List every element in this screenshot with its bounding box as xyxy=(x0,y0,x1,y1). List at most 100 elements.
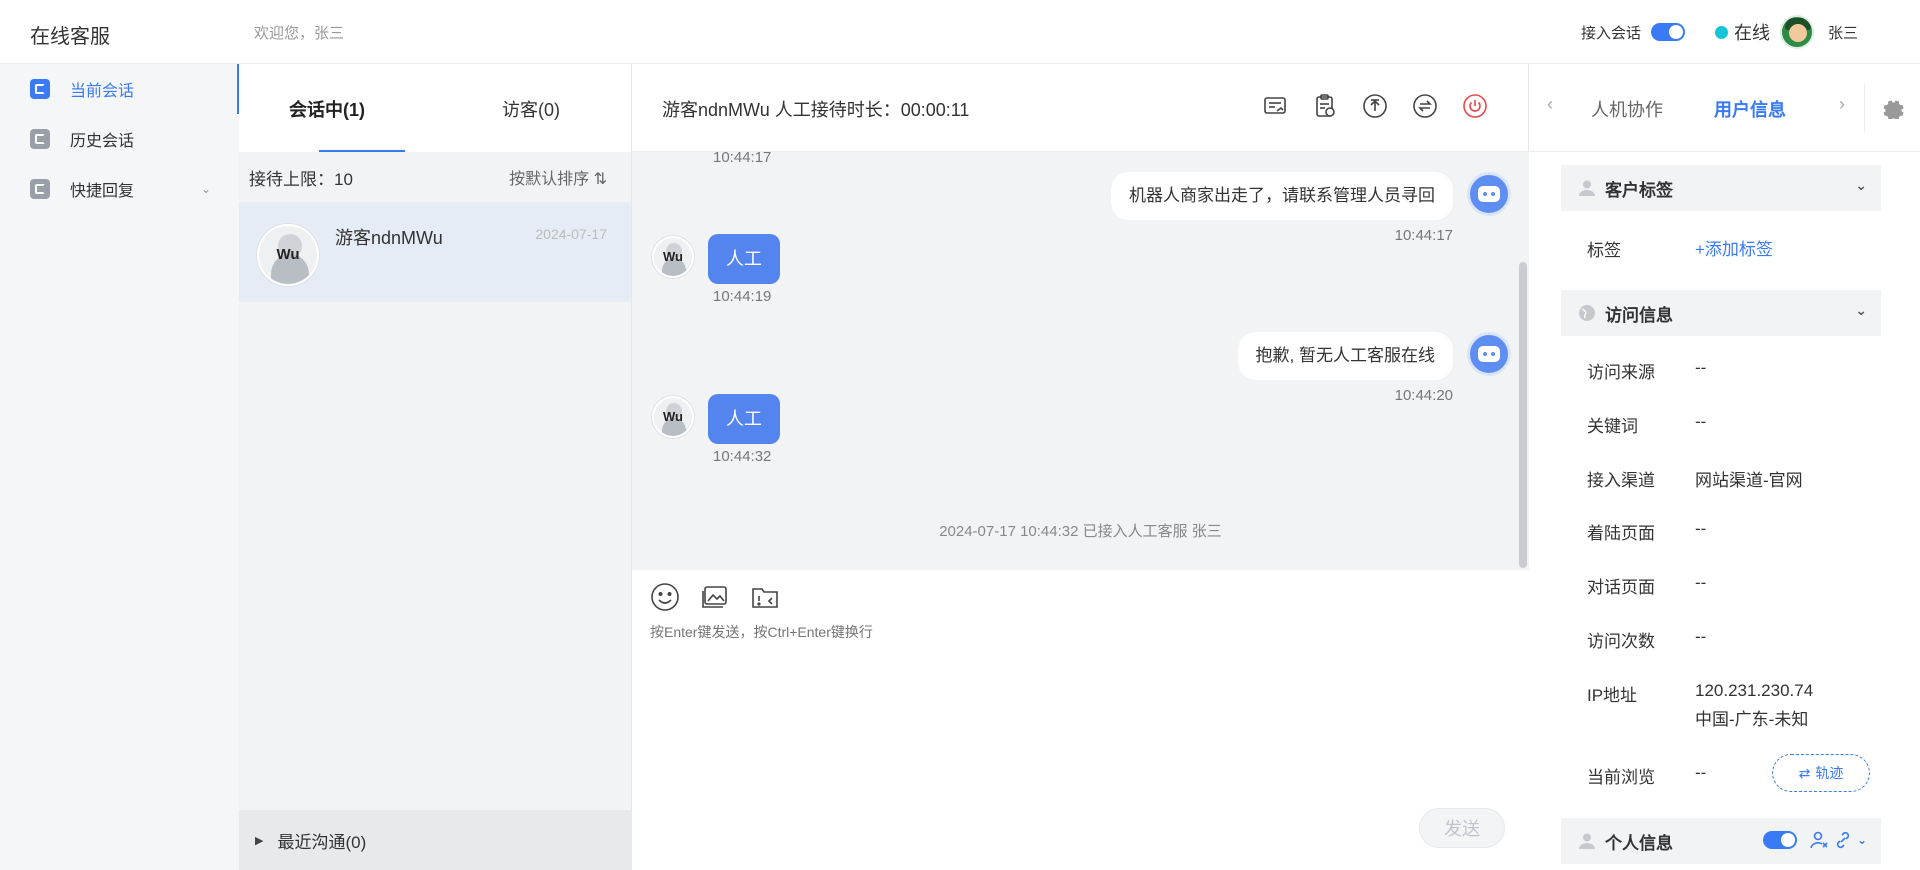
field-label: 当前浏览 xyxy=(1587,768,1655,787)
link-icon[interactable] xyxy=(1833,830,1853,850)
history-icon xyxy=(30,129,50,149)
add-tag-link[interactable]: +添加标签 xyxy=(1695,235,1773,260)
chat-icon xyxy=(30,79,50,99)
track-label: 轨迹 xyxy=(1815,765,1844,781)
image-icon[interactable] xyxy=(700,582,730,612)
quick-reply-icon xyxy=(30,179,50,199)
recent-contacts-label: 最近沟通(0) xyxy=(277,832,367,852)
power-icon[interactable] xyxy=(1462,93,1488,119)
track-icon: ⇄ xyxy=(1798,764,1811,781)
accept-session-toggle[interactable] xyxy=(1650,23,1685,41)
conversation-date: 2024-07-17 xyxy=(535,226,607,242)
sidebar-item-quick-reply[interactable]: 快捷回复 ⌄ xyxy=(0,164,239,214)
agent-avatar[interactable] xyxy=(1779,15,1814,49)
online-status-dot-icon xyxy=(1714,25,1728,39)
sidebar-item-label: 快捷回复 xyxy=(70,183,135,200)
agent-name[interactable]: 张三 xyxy=(1828,22,1858,43)
bot-avatar xyxy=(1467,172,1511,216)
sort-icon: ⇅ xyxy=(593,171,607,188)
accept-session-label: 接入会话 xyxy=(1580,24,1641,42)
bot-avatar xyxy=(1467,332,1511,376)
chevron-down-icon[interactable]: ⌄ xyxy=(1855,177,1867,194)
user-icon xyxy=(1579,180,1595,196)
visitor-avatar: Wu xyxy=(652,236,694,278)
chat-header: 游客ndnMWu 人工接待时长：00:00:11 xyxy=(632,64,1528,152)
field-label: 接入渠道 xyxy=(1587,471,1655,490)
tab-in-session[interactable]: 会话中(1) xyxy=(289,96,365,122)
conversation-name: 游客ndnMWu xyxy=(335,228,443,248)
visitor-avatar: Wu xyxy=(257,224,319,286)
field-label: IP地址 xyxy=(1587,686,1638,705)
field-value: -- xyxy=(1695,358,1707,377)
field-label: 访问次数 xyxy=(1587,632,1655,651)
field-label: 对话页面 xyxy=(1587,578,1655,597)
message-bubble-bot: 机器人商家出走了，请联系管理人员寻回 xyxy=(1111,172,1453,220)
composer-toolbar xyxy=(650,582,800,612)
field-value: -- xyxy=(1695,627,1707,646)
message-bubble-visitor: 人工 xyxy=(708,234,780,284)
message-input[interactable] xyxy=(650,624,1450,640)
message-list[interactable]: 10:44:17 机器人商家出走了，请联系管理人员寻回 10:44:17 Wu … xyxy=(632,152,1529,570)
field-label: 关键词 xyxy=(1587,417,1638,436)
reception-limit: 接待上限：10 xyxy=(249,169,353,189)
globe-icon xyxy=(1579,305,1595,321)
upload-icon[interactable] xyxy=(1362,93,1388,119)
conversation-item[interactable]: Wu 游客ndnMWu 2024-07-17 xyxy=(239,202,631,302)
conversation-tabs: 会话中(1) 访客(0) xyxy=(239,64,631,152)
tab-active-indicator xyxy=(319,150,405,152)
chevron-right-icon[interactable]: › xyxy=(1839,94,1845,115)
app-brand: 在线客服 xyxy=(30,26,110,48)
user-remove-icon[interactable] xyxy=(1809,830,1829,850)
recent-contacts-toggle[interactable]: ▶ 最近沟通(0) xyxy=(239,810,632,870)
file-icon[interactable] xyxy=(750,582,780,612)
summary-icon[interactable] xyxy=(1262,93,1288,119)
message-scrollbar[interactable] xyxy=(1519,262,1527,568)
sidebar-item-history-sessions[interactable]: 历史会话 xyxy=(0,114,239,164)
ip-address-value: 120.231.230.74 xyxy=(1695,681,1814,700)
emoji-icon[interactable] xyxy=(650,582,680,612)
track-button[interactable]: ⇄ 轨迹 xyxy=(1772,754,1870,792)
chevron-left-icon[interactable]: ‹ xyxy=(1547,94,1553,115)
field-value: 网站渠道-官网 xyxy=(1695,471,1803,490)
online-status-text[interactable]: 在线 xyxy=(1734,19,1770,45)
settings-button[interactable] xyxy=(1864,84,1920,132)
chevron-down-icon[interactable]: ⌄ xyxy=(201,182,211,196)
caret-right-icon: ▶ xyxy=(255,834,264,847)
clipboard-icon[interactable] xyxy=(1312,93,1338,119)
top-header: 在线客服 欢迎您，张三 接入会话 在线 张三 xyxy=(0,0,1920,64)
limit-row: 接待上限：10 按默认排序 ⇅ xyxy=(239,152,631,202)
message-bubble-bot: 抱歉, 暂无人工客服在线 xyxy=(1237,332,1453,380)
field-label: 访问来源 xyxy=(1587,363,1655,382)
chevron-down-icon[interactable]: ⌄ xyxy=(1857,833,1867,847)
tab-visitors[interactable]: 访客(0) xyxy=(502,96,560,122)
sort-dropdown[interactable]: 按默认排序 ⇅ xyxy=(509,165,607,189)
personal-info-tools: ⌄ xyxy=(1762,830,1867,850)
avatar-text: Wu xyxy=(276,246,300,263)
message-composer: 发送 xyxy=(632,570,1529,870)
chevron-down-icon[interactable]: ⌄ xyxy=(1855,302,1867,319)
message-time: 10:44:19 xyxy=(713,288,772,305)
sidebar-item-current-sessions[interactable]: 当前会话 xyxy=(0,64,240,114)
header-right: 接入会话 在线 张三 xyxy=(1581,14,1858,50)
section-customer-tags[interactable]: 客户标签 ⌄ xyxy=(1561,165,1881,211)
message-time: 10:44:32 xyxy=(713,448,772,465)
visitor-avatar: Wu xyxy=(652,396,694,438)
section-visit-info[interactable]: 访问信息 ⌄ xyxy=(1561,290,1881,336)
info-tabs: ‹ 人机协作 用户信息 › xyxy=(1529,64,1920,152)
section-title: 客户标签 xyxy=(1605,180,1673,200)
welcome-text: 欢迎您，张三 xyxy=(254,25,345,42)
send-button[interactable]: 发送 xyxy=(1419,808,1505,848)
avatar-text: Wu xyxy=(663,249,683,264)
info-panel: ‹ 人机协作 用户信息 › 客户标签 ⌄ 标签 +添加标签 访问信息 ⌄ 访问来… xyxy=(1529,64,1920,870)
section-title: 访问信息 xyxy=(1605,305,1673,325)
sidebar-item-label: 历史会话 xyxy=(70,133,135,150)
gear-icon xyxy=(1883,100,1904,119)
transfer-icon[interactable] xyxy=(1412,93,1438,119)
sidebar-item-label: 当前会话 xyxy=(70,83,135,100)
section-personal-info[interactable]: 个人信息 ⌄ xyxy=(1561,818,1881,864)
personal-info-toggle[interactable] xyxy=(1762,831,1797,849)
tag-label: 标签 xyxy=(1587,241,1621,260)
tab-human-machine[interactable]: 人机协作 xyxy=(1591,96,1663,122)
tab-user-info[interactable]: 用户信息 xyxy=(1714,96,1786,122)
field-value: -- xyxy=(1695,519,1707,538)
